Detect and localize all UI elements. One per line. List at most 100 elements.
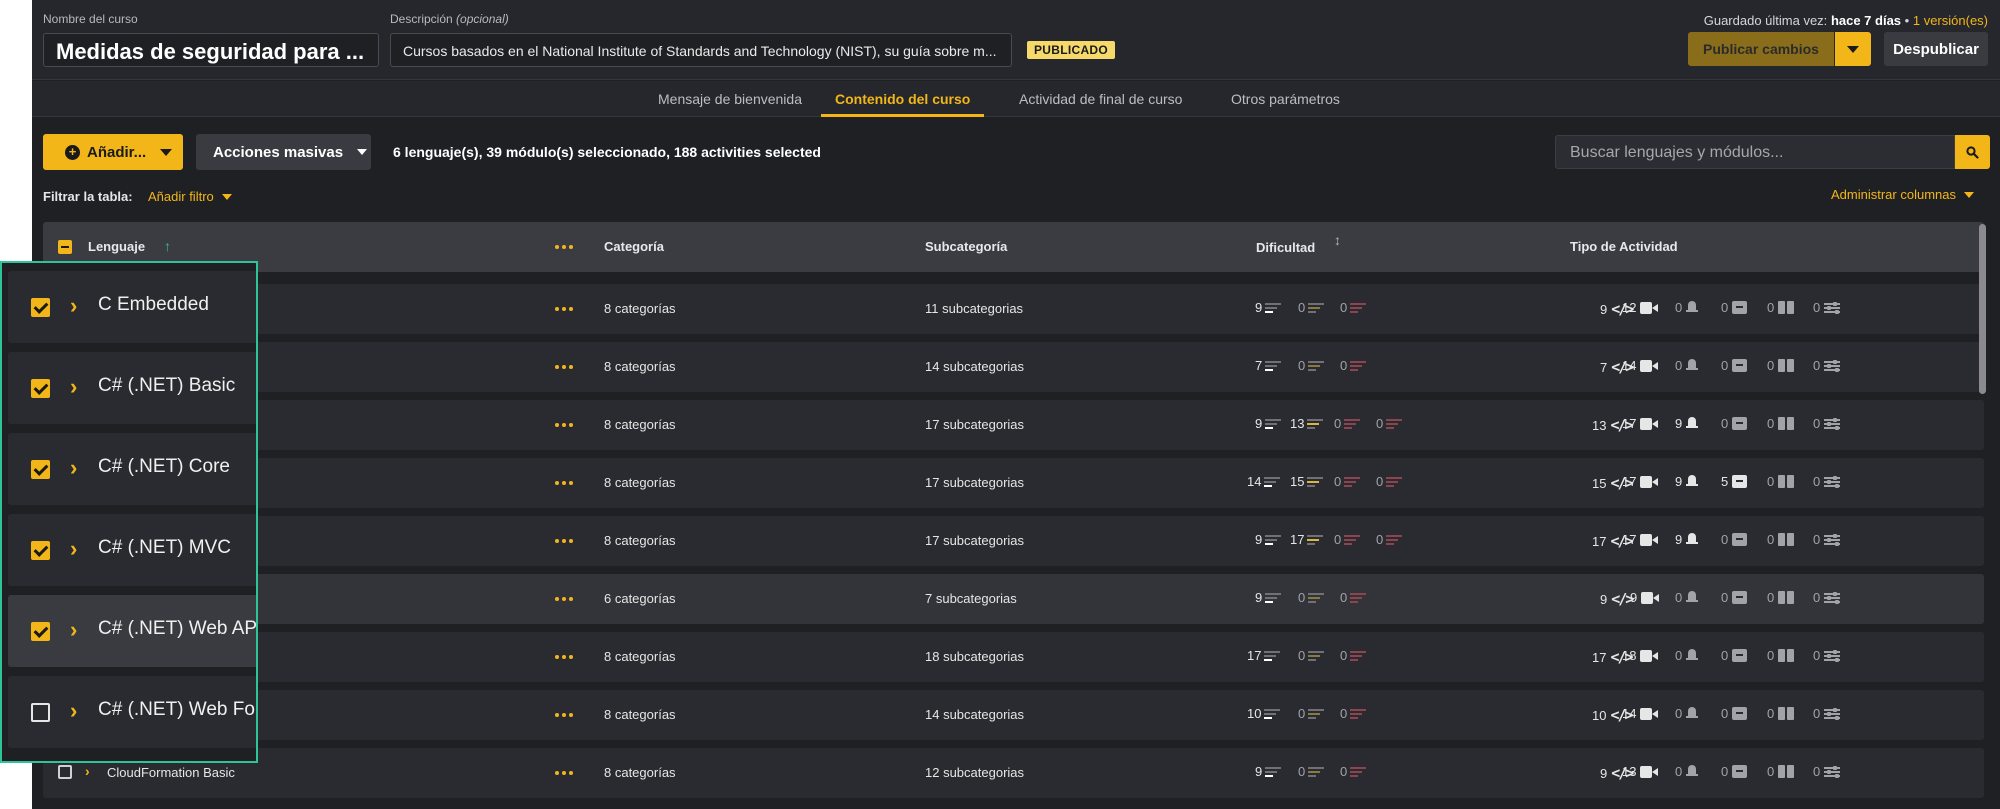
- difficulty-count: 9: [1255, 532, 1282, 547]
- activity-count-value: 12: [1622, 300, 1637, 315]
- sort-icon[interactable]: ↕: [1334, 233, 1341, 247]
- course-name-field[interactable]: Medidas de seguridad para ...: [43, 33, 379, 67]
- select-all-checkbox[interactable]: [58, 240, 72, 254]
- chevron-right-icon[interactable]: ›: [70, 536, 77, 562]
- language-checkbox[interactable]: [31, 460, 50, 479]
- activity-count-value: 14: [1622, 358, 1637, 373]
- versions-link[interactable]: 1 versión(es): [1913, 13, 1988, 28]
- zoomed-list-item[interactable]: › C Embedded: [8, 271, 256, 343]
- difficulty-count-value: 9: [1255, 532, 1263, 547]
- tab-end-activity[interactable]: Actividad de final de curso: [1019, 81, 1182, 117]
- difficulty-count-value: 9: [1255, 764, 1263, 779]
- row-subcategory: 14 subcategorias: [925, 707, 1025, 722]
- language-checkbox[interactable]: [31, 622, 50, 641]
- difficulty-level-3-icon: [1350, 766, 1367, 778]
- activity-count: 17: [1622, 532, 1659, 547]
- activity-count: 0: [1813, 416, 1841, 431]
- activity-count: 0: [1675, 764, 1699, 779]
- difficulty-count-value: 0: [1298, 706, 1306, 721]
- activity-count: 0: [1721, 590, 1748, 605]
- column-category[interactable]: Categoría: [604, 239, 664, 254]
- row-more-options-icon[interactable]: [555, 481, 573, 485]
- publish-changes-button[interactable]: Publicar cambios: [1688, 32, 1834, 66]
- table-row[interactable]: ›C# (.NET) MVC8 categorías17 subcategori…: [43, 458, 1984, 508]
- chevron-right-icon[interactable]: ›: [70, 698, 77, 724]
- chevron-right-icon[interactable]: ›: [70, 293, 77, 319]
- column-language[interactable]: Lenguaje: [88, 239, 145, 254]
- language-checkbox[interactable]: [31, 298, 50, 317]
- row-more-options-icon[interactable]: [555, 539, 573, 543]
- zoomed-list-item[interactable]: › C# (.NET) Basic: [8, 352, 256, 424]
- zoomed-list-item[interactable]: › C# (.NET) MVC: [8, 514, 256, 586]
- row-more-options-icon[interactable]: [555, 655, 573, 659]
- difficulty-count-value: 0: [1334, 474, 1342, 489]
- row-more-options-icon[interactable]: [555, 365, 573, 369]
- difficulty-count-value: 14: [1247, 474, 1262, 489]
- zoomed-list-item[interactable]: › C# (.NET) Web Form: [8, 676, 256, 748]
- activity-count: 13: [1622, 764, 1659, 779]
- row-language-name: CloudFormation Basic: [107, 765, 235, 780]
- search-input[interactable]: Buscar lenguajes y módulos...: [1555, 135, 1955, 169]
- language-checkbox[interactable]: [31, 703, 50, 722]
- row-more-options-icon[interactable]: [555, 307, 573, 311]
- bell-icon: [1686, 591, 1699, 604]
- column-difficulty[interactable]: Dificultad: [1256, 240, 1315, 255]
- publish-options-button[interactable]: [1835, 32, 1871, 66]
- column-subcategory[interactable]: Subcategoría: [925, 239, 1007, 254]
- table-row[interactable]: ›C# (.NET) Web Forms6 categorías7 subcat…: [43, 574, 1984, 624]
- tab-course-content[interactable]: Contenido del curso: [821, 81, 985, 117]
- table-row[interactable]: ›C# (.NET) Web API8 categorías17 subcate…: [43, 516, 1984, 566]
- tab-welcome-message[interactable]: Mensaje de bienvenida: [658, 81, 802, 117]
- table-row[interactable]: › C Embedded 8 categorías 11 subcategorias 9…: [43, 284, 1984, 334]
- plus-circle-icon: +: [65, 144, 80, 160]
- row-more-options-icon[interactable]: [555, 597, 573, 601]
- add-button[interactable]: + Añadir...: [43, 134, 183, 170]
- chevron-down-icon: [160, 148, 173, 156]
- scrollbar-thumb[interactable]: [1979, 224, 1986, 394]
- zoomed-list-item[interactable]: › C# (.NET) Web API: [8, 595, 256, 667]
- search-button[interactable]: [1955, 135, 1990, 169]
- description-label: Descripción (opcional): [390, 12, 509, 26]
- table-row[interactable]: › CloudFormation Basic 8 categorías 12 subc…: [43, 748, 1984, 798]
- sliders-icon: [1824, 533, 1841, 546]
- row-checkbox[interactable]: [58, 765, 72, 779]
- difficulty-count: 9: [1255, 764, 1282, 779]
- table-row[interactable]: ›8 categorías18 subcategorias170017</>18…: [43, 632, 1984, 682]
- manage-columns-button[interactable]: Administrar columnas: [1831, 187, 1974, 202]
- activity-count: 0: [1675, 706, 1699, 721]
- activity-count: 0: [1767, 764, 1795, 779]
- activity-count-value: 0: [1767, 358, 1775, 373]
- unpublish-button[interactable]: Despublicar: [1884, 32, 1988, 66]
- more-options-icon[interactable]: [555, 245, 573, 249]
- language-checkbox[interactable]: [31, 541, 50, 560]
- tab-other-settings[interactable]: Otros parámetros: [1231, 81, 1340, 117]
- row-more-options-icon[interactable]: [555, 771, 573, 775]
- chevron-right-icon[interactable]: ›: [70, 617, 77, 643]
- bulk-actions-button[interactable]: Acciones masivas: [196, 134, 371, 170]
- chevron-right-icon[interactable]: ›: [85, 763, 90, 779]
- activity-count: 12: [1622, 300, 1659, 315]
- bell-icon: [1686, 359, 1699, 372]
- add-filter-button[interactable]: Añadir filtro: [148, 189, 232, 204]
- chevron-right-icon[interactable]: ›: [70, 374, 77, 400]
- table-row[interactable]: ›C# (.NET) Core8 categorías17 subcategor…: [43, 400, 1984, 450]
- description-field[interactable]: Cursos basados en el National Institute …: [390, 33, 1012, 67]
- row-more-options-icon[interactable]: [555, 713, 573, 717]
- book-icon: [1778, 591, 1795, 604]
- video-icon: [1641, 591, 1660, 604]
- chevron-down-icon: [357, 149, 368, 155]
- zoomed-list-item[interactable]: › C# (.NET) Core: [8, 433, 256, 505]
- language-checkbox[interactable]: [31, 379, 50, 398]
- difficulty-level-3-icon: [1350, 302, 1367, 314]
- table-row[interactable]: ›8 categorías14 subcategorias100010</>14…: [43, 690, 1984, 740]
- interactive-icon: [1732, 475, 1748, 488]
- chevron-right-icon[interactable]: ›: [70, 455, 77, 481]
- activity-count-value: 7: [1600, 359, 1608, 375]
- row-more-options-icon[interactable]: [555, 423, 573, 427]
- difficulty-count-value: 17: [1290, 532, 1305, 547]
- sort-ascending-icon[interactable]: ↑: [164, 238, 171, 254]
- table-row[interactable]: ›C# (.NET) Basic8 categorías14 subcatego…: [43, 342, 1984, 392]
- activity-count: 0: [1767, 590, 1795, 605]
- column-activity-type[interactable]: Tipo de Actividad: [1570, 239, 1678, 254]
- course-header: Nombre del curso Medidas de seguridad pa…: [32, 0, 2000, 80]
